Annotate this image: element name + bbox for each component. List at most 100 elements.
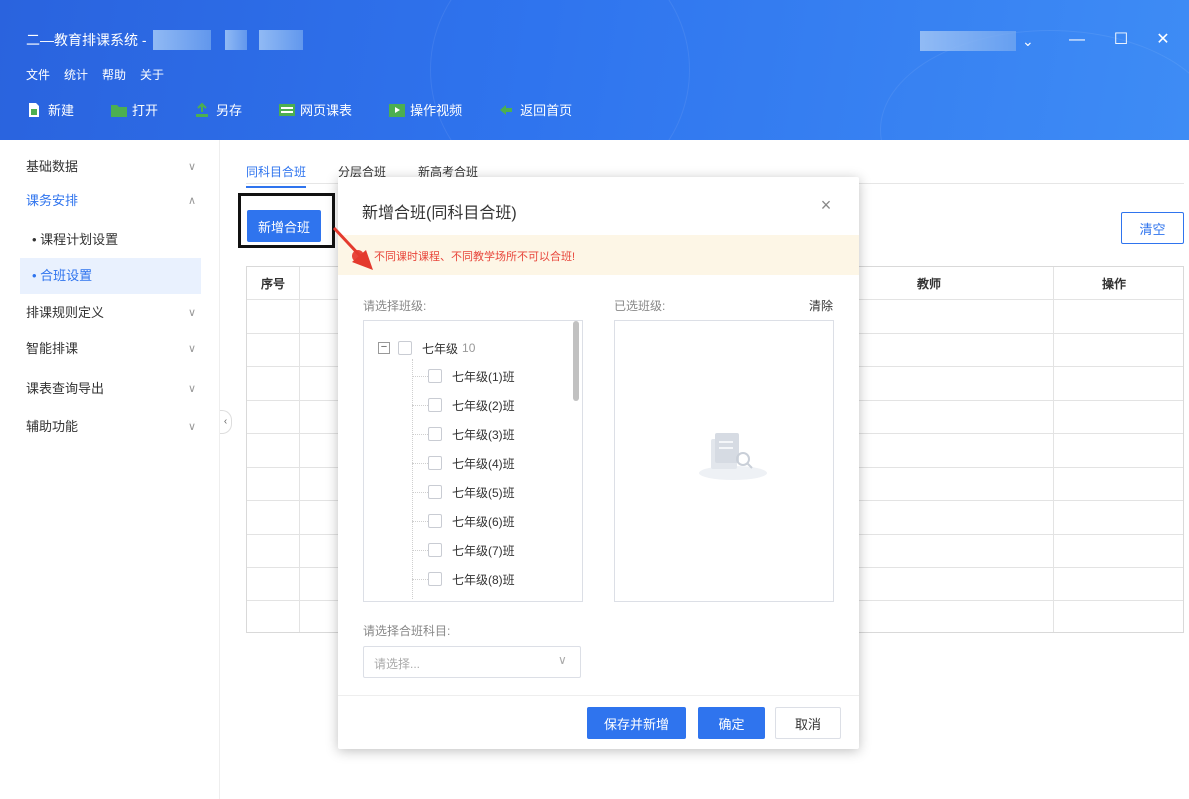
dialog-footer-divider [338,695,859,696]
sidebar-item-label: 课务安排 [26,193,79,208]
tree-connector [412,550,428,551]
back-arrow-icon [498,102,514,118]
new-button[interactable]: 新建 [26,100,74,119]
sidebar-subitem-course-plan[interactable]: • 课程计划设置 [20,222,201,258]
tree-scrollbar[interactable] [572,321,582,601]
maximize-button[interactable]: ☐ [1106,26,1136,54]
sidebar-item-label: 智能排课 [26,341,79,356]
video-icon [388,102,406,118]
redacted-block [152,30,211,50]
chevron-down-icon: ∨ [188,383,197,395]
clear-selection-link[interactable]: 清除 [809,297,833,314]
window-title-text: 二—教育排课系统 - [26,32,147,48]
tree-connector [412,463,428,464]
save-as-button[interactable]: 另存 [194,100,242,119]
home-button-label: 返回首页 [520,103,573,118]
table-column-divider [1053,267,1054,632]
menu-item-about[interactable]: 关于 [140,66,164,83]
checkbox[interactable] [428,572,442,586]
column-header-index: 序号 [261,277,286,291]
selected-class-label: 已选班级: [614,299,666,313]
sidebar-item-course-arrangement[interactable]: 课务安排 ∧ [26,184,206,218]
chevron-down-icon: ⌄ [1022,32,1034,49]
tree-node-class-5[interactable]: 七年级(5)班 [428,481,515,503]
home-button[interactable]: 返回首页 [498,100,572,119]
close-icon[interactable]: × [816,195,836,219]
tree-connector [412,492,428,493]
tree-node-grade7[interactable]: − 七年级 10 [378,337,475,359]
sidebar-item-label: 基础数据 [26,159,79,174]
cancel-button[interactable]: 取消 [775,707,841,739]
checkbox[interactable] [428,369,442,383]
video-button[interactable]: 操作视频 [388,100,462,119]
save-and-new-button[interactable]: 保存并新增 [587,707,686,739]
column-header-actions: 操作 [1102,277,1127,291]
menu-item-stats[interactable]: 统计 [64,66,88,83]
confirm-button[interactable]: 确定 [698,707,765,739]
open-button[interactable]: 打开 [110,100,158,119]
tree-node-class-6[interactable]: 七年级(6)班 [428,510,515,532]
warning-text: 不同课时课程、不同教学场所不可以合班! [374,251,576,263]
sidebar-item-label: 排课规则定义 [26,305,105,320]
column-header-teacher: 教师 [917,277,942,291]
chevron-down-icon: ∨ [188,343,197,355]
menu-item-help[interactable]: 帮助 [102,66,126,83]
checkbox[interactable] [428,543,442,557]
tree-node-class-2[interactable]: 七年级(2)班 [428,394,515,416]
minimize-button[interactable]: — [1062,26,1092,54]
checkbox[interactable] [428,427,442,441]
chevron-down-icon: ∨ [188,161,197,173]
collapse-toggle-icon[interactable]: − [378,342,390,354]
select-class-label: 请选择班级: [363,299,427,313]
save-as-icon [194,102,210,118]
menu-item-file[interactable]: 文件 [26,66,50,83]
selected-class-list [614,320,834,602]
tree-connector [412,376,428,377]
checkbox[interactable] [428,456,442,470]
app-header: 二—教育排课系统 - ⌄ — ☐ ✕ 文件 统计 帮助 关于 新建 打开 另存 … [0,0,1189,140]
tree-node-count: 10 [462,341,476,355]
chevron-down-icon: ∨ [558,653,567,667]
checkbox[interactable] [428,514,442,528]
checkbox[interactable] [428,398,442,412]
redacted-user-name [920,31,1016,51]
tree-node-class-1[interactable]: 七年级(1)班 [428,365,515,387]
sidebar-item-rules[interactable]: 排课规则定义 ∨ [26,296,206,330]
sidebar-subitem-merge-class[interactable]: • 合班设置 [20,258,201,294]
dialog-title: 新增合班(同科目合班) [362,205,517,222]
user-menu[interactable]: ⌄ [920,31,1034,51]
tree-node-label: 七年级(5)班 [452,485,515,500]
tree-connector [412,434,428,435]
close-window-button[interactable]: ✕ [1148,26,1178,54]
sidebar: 基础数据 ∨ 课务安排 ∧ • 课程计划设置 • 合班设置 排课规则定义 ∨ 智… [0,140,220,799]
tree-node-label: 七年级(6)班 [452,514,515,529]
checkbox[interactable] [428,485,442,499]
class-tree: − 七年级 10 七年级(1)班 七年级(2)班 七年级(3)班 七年级(4)班… [363,320,583,602]
tree-connector [412,405,428,406]
tree-node-class-8[interactable]: 七年级(8)班 [428,568,515,590]
tree-node-class-4[interactable]: 七年级(4)班 [428,452,515,474]
clear-button[interactable]: 清空 [1121,212,1184,244]
tree-node-label: 七年级 [422,341,459,356]
chevron-down-icon: ∨ [188,421,197,433]
tab-same-subject[interactable]: 同科目合班 [246,163,307,188]
sidebar-item-auto-schedule[interactable]: 智能排课 ∨ [26,332,206,366]
add-merge-class-button[interactable]: 新增合班 [247,210,321,242]
web-schedule-button[interactable]: 网页课表 [278,100,352,119]
open-button-label: 打开 [132,103,159,118]
sidebar-item-tools[interactable]: 辅助功能 ∨ [26,410,206,444]
checkbox[interactable] [398,341,412,355]
sidebar-item-export[interactable]: 课表查询导出 ∨ [26,372,206,406]
chevron-up-icon: ∧ [188,195,197,207]
tree-node-label: 七年级(8)班 [452,572,515,587]
tree-node-label: 七年级(3)班 [452,427,515,442]
tree-node-class-7[interactable]: 七年级(7)班 [428,539,515,561]
tree-node-class-3[interactable]: 七年级(3)班 [428,423,515,445]
scrollbar-thumb[interactable] [573,321,579,401]
sidebar-collapse-button[interactable]: ‹ [220,410,232,434]
tree-node-label: 七年级(1)班 [452,369,515,384]
chevron-down-icon: ∨ [188,307,197,319]
web-schedule-icon [278,102,296,118]
subject-select[interactable]: 请选择... ∨ [363,646,581,678]
sidebar-item-basic-data[interactable]: 基础数据 ∨ [26,150,206,184]
